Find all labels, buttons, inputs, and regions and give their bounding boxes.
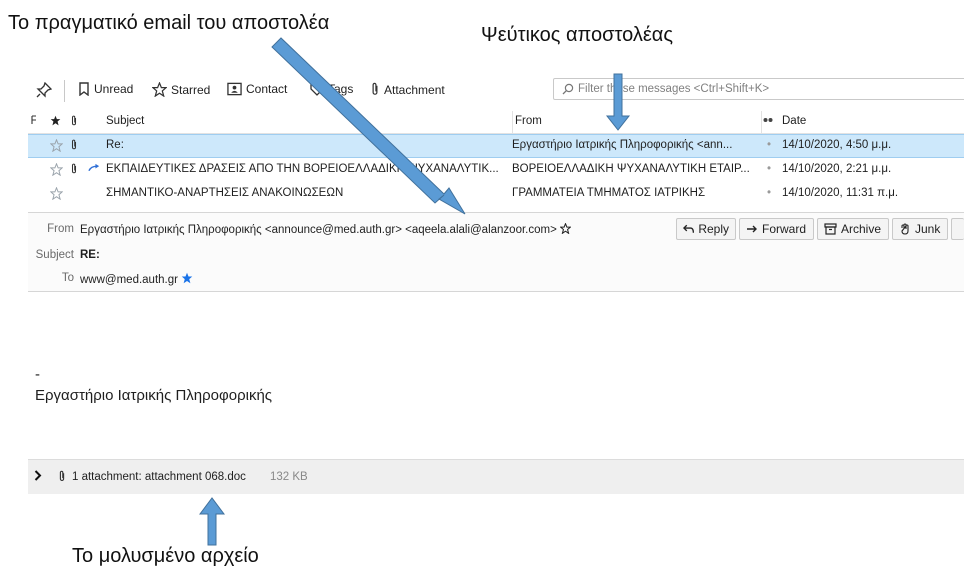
from-value[interactable]: Εργαστήριο Ιατρικής Πληροφορικής <announ…	[80, 222, 572, 236]
read-dot-icon[interactable]: •	[763, 163, 775, 175]
annotation-real-sender: Το πραγματικό email του αποστολέα	[8, 12, 330, 34]
forwarded-arrow-icon	[88, 163, 102, 176]
paperclip-icon	[58, 470, 66, 486]
star-column-icon[interactable]	[50, 115, 64, 129]
archive-icon	[824, 223, 837, 235]
read-dot-icon[interactable]: •	[763, 187, 775, 199]
unread-filter-button[interactable]: Unread	[78, 82, 133, 96]
message-sender: ΓΡΑΜΜΑΤΕΙΑ ΤΜΗΜΑΤΟΣ ΙΑΤΡΙΚΗΣ	[512, 187, 706, 199]
reply-label: Reply	[698, 222, 729, 236]
message-subject: ΕΚΠΑΙΔΕΥΤΙΚΕΣ ΔΡΑΣΕΙΣ ΑΠΟ ΤΗΝ ΒΟΡΕΙΟΕΛΛΑ…	[106, 163, 499, 175]
toolbar-divider	[64, 80, 65, 102]
subject-label: Subject	[35, 249, 74, 261]
arrow-to-infected-file	[199, 497, 225, 546]
starred-label: Starred	[171, 82, 211, 97]
more-button[interactable]	[951, 218, 964, 240]
read-status-column-icon[interactable]	[761, 111, 774, 133]
unread-label: Unread	[94, 82, 134, 96]
message-sender: ΒΟΡΕΙΟΕΛΛΑΔΙΚΗ ΨΥΧΑΝΑΛΥΤΙΚΗ ΕΤΑΙΡ...	[512, 163, 750, 175]
message-list: Subject From Date Re: Εργαστήριο Ιατρική…	[28, 111, 964, 206]
archive-button[interactable]: Archive	[817, 218, 889, 240]
filter-placeholder: Filter these messages <Ctrl+Shift+K>	[578, 83, 770, 95]
junk-icon	[901, 223, 909, 235]
message-header-pane: From Εργαστήριο Ιατρικής Πληροφορικής <a…	[28, 212, 964, 292]
star-toggle-icon[interactable]	[50, 187, 64, 203]
column-header-row: Subject From Date	[28, 111, 964, 134]
to-address[interactable]: www@med.auth.gr	[80, 274, 178, 286]
star-contact-icon[interactable]	[559, 222, 572, 235]
attachment-summary[interactable]: 1 attachment: attachment 068.doc	[72, 471, 246, 483]
from-address[interactable]: Εργαστήριο Ιατρικής Πληροφορικής <announ…	[80, 224, 557, 236]
star-toggle-icon[interactable]	[50, 163, 64, 179]
pin-icon[interactable]	[36, 82, 52, 98]
attachment-bar[interactable]: 1 attachment: attachment 068.doc 132 KB	[28, 459, 964, 494]
quick-filter-toolbar: Unread Starred Contact Tags Attachment F…	[28, 78, 964, 104]
contact-filter-button[interactable]: Contact	[227, 82, 287, 96]
annotation-fake-sender: Ψεύτικος αποστολέας	[481, 24, 674, 46]
star-icon	[152, 82, 167, 97]
reply-icon	[683, 224, 695, 233]
forward-label: Forward	[762, 222, 807, 236]
to-label: To	[61, 272, 74, 284]
starred-filter-button[interactable]: Starred	[152, 82, 210, 97]
filter-messages-input[interactable]: Filter these messages <Ctrl+Shift+K>	[553, 78, 964, 100]
forward-icon	[747, 225, 757, 233]
annotation-infected-file: Το μολυσμένο αρχείο	[72, 545, 259, 567]
search-icon	[562, 83, 574, 95]
subject-column-header[interactable]: Subject	[106, 115, 516, 127]
attachment-filter-button[interactable]: Attachment	[370, 82, 445, 97]
paperclip-icon	[70, 139, 82, 154]
forward-button[interactable]: Forward	[739, 218, 814, 240]
contact-label: Contact	[246, 82, 288, 96]
attachment-size: 132 KB	[270, 471, 308, 483]
message-date: 14/10/2020, 4:50 μ.μ.	[782, 139, 892, 151]
message-subject: ΣΗΜΑΝΤΙΚΟ-ΑΝΑΡΤΗΣΕΙΣ ΑΝΑΚΟΙΝΩΣΕΩΝ	[106, 187, 344, 199]
star-toggle-icon[interactable]	[50, 139, 64, 155]
bookmark-icon	[79, 82, 89, 96]
tag-icon	[310, 82, 324, 96]
thread-column-icon[interactable]	[30, 115, 40, 128]
junk-label: Junk	[915, 222, 941, 236]
message-row[interactable]: ΣΗΜΑΝΤΙΚΟ-ΑΝΑΡΤΗΣΕΙΣ ΑΝΑΚΟΙΝΩΣΕΩΝ ΓΡΑΜΜΑ…	[28, 182, 964, 206]
message-row[interactable]: ΕΚΠΑΙΔΕΥΤΙΚΕΣ ΔΡΑΣΕΙΣ ΑΠΟ ΤΗΝ ΒΟΡΕΙΟΕΛΛΑ…	[28, 158, 964, 182]
attachment-label: Attachment	[384, 82, 445, 97]
contact-card-icon	[227, 82, 242, 96]
body-signature: Εργαστήριο Ιατρικής Πληροφορικής	[35, 387, 273, 404]
message-date: 14/10/2020, 2:21 μ.μ.	[782, 163, 892, 175]
junk-button[interactable]: Junk	[892, 218, 948, 240]
from-label: From	[47, 223, 74, 235]
message-date: 14/10/2020, 11:31 π.μ.	[782, 187, 899, 199]
from-column-header[interactable]: From	[512, 111, 759, 133]
attachment-column-icon[interactable]	[70, 115, 82, 130]
reply-button[interactable]: Reply	[676, 218, 736, 240]
to-value[interactable]: www@med.auth.gr	[80, 272, 193, 286]
tags-label: Tags	[328, 82, 354, 96]
tags-filter-button[interactable]: Tags	[310, 82, 353, 96]
message-subject: Re:	[106, 139, 124, 151]
archive-label: Archive	[841, 222, 882, 236]
paperclip-icon	[372, 82, 378, 95]
expand-chevron-icon[interactable]	[34, 470, 42, 484]
body-dash: -	[35, 366, 40, 383]
message-row[interactable]: Re: Εργαστήριο Ιατρικής Πληροφορικής <an…	[28, 134, 964, 158]
message-sender: Εργαστήριο Ιατρικής Πληροφορικής <ann...	[512, 139, 733, 151]
date-column-header[interactable]: Date	[782, 115, 962, 127]
star-contact-icon[interactable]	[181, 272, 193, 284]
paperclip-icon	[70, 163, 82, 178]
subject-value: RE:	[80, 249, 100, 261]
read-dot-icon[interactable]: •	[763, 139, 775, 151]
